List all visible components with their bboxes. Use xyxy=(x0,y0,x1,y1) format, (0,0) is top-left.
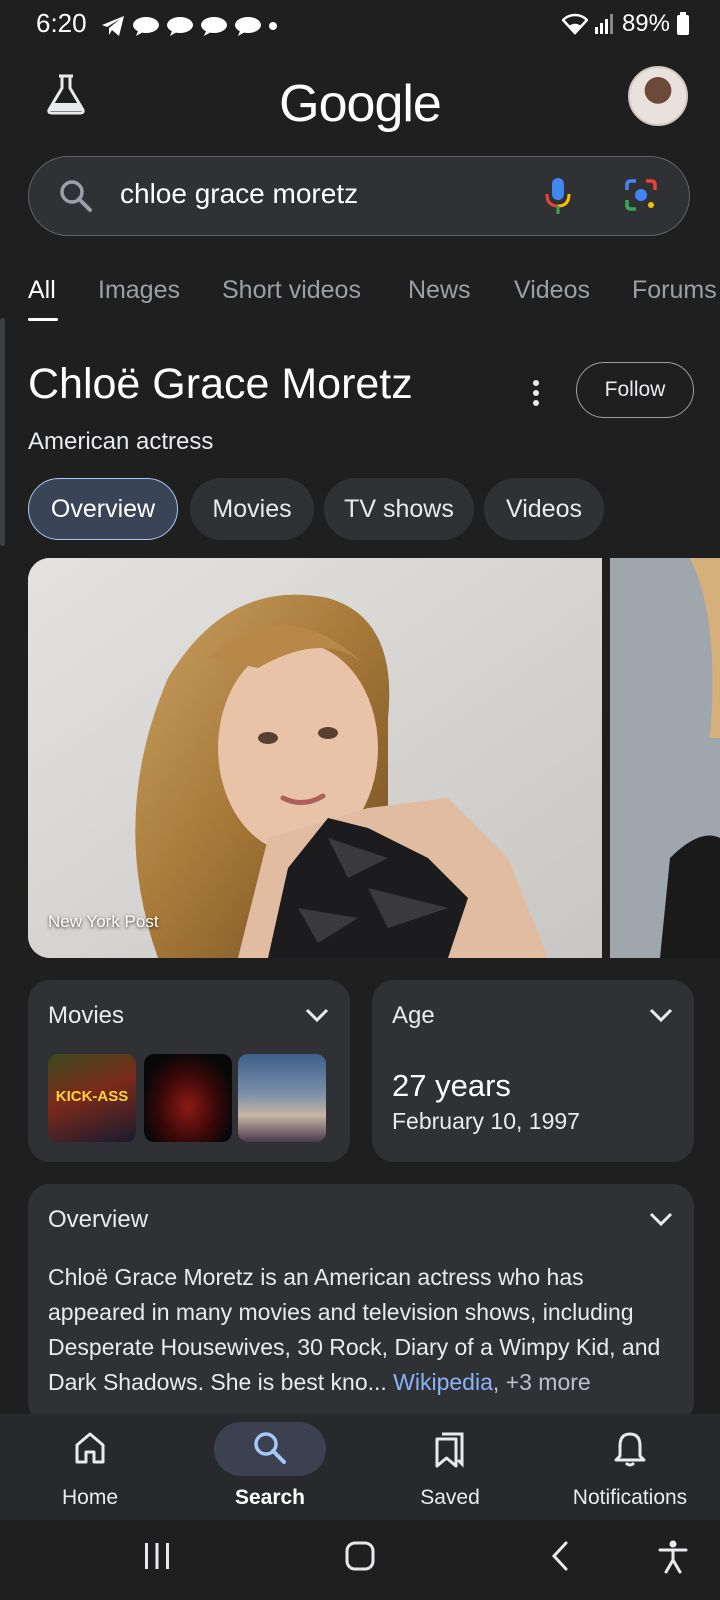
battery-icon xyxy=(677,12,689,35)
overview-text: Chloë Grace Moretz is an American actres… xyxy=(48,1260,678,1400)
accessibility-icon[interactable] xyxy=(658,1540,688,1574)
search-icon xyxy=(60,180,92,212)
home-system-icon[interactable] xyxy=(344,1540,376,1572)
wikipedia-link[interactable]: Wikipedia xyxy=(393,1369,493,1395)
tab-news[interactable]: News xyxy=(408,276,471,305)
chat-icon xyxy=(235,17,261,36)
chat-icon xyxy=(201,17,227,36)
wifi-icon xyxy=(561,13,588,35)
telegram-icon xyxy=(102,16,124,36)
bell-icon xyxy=(614,1432,646,1467)
entity-photo-secondary[interactable] xyxy=(610,558,720,958)
chip-videos[interactable]: Videos xyxy=(484,478,604,540)
nav-search-label: Search xyxy=(234,1486,306,1509)
mic-icon[interactable] xyxy=(544,176,572,216)
chevron-down-icon[interactable] xyxy=(304,1006,330,1024)
back-icon[interactable] xyxy=(548,1540,572,1572)
search-input[interactable]: chloe grace moretz xyxy=(120,178,358,210)
overview-card-title: Overview xyxy=(48,1206,149,1233)
scroll-indicator xyxy=(0,318,5,546)
status-right: 89% xyxy=(561,10,690,38)
movie-poster[interactable] xyxy=(144,1054,232,1142)
battery-percent: 89% xyxy=(621,10,670,37)
overview-card[interactable]: Overview Chloë Grace Moretz is an Americ… xyxy=(28,1184,694,1424)
age-card-title: Age xyxy=(392,1002,435,1029)
chip-movies[interactable]: Movies xyxy=(190,478,314,540)
entity-photo[interactable] xyxy=(28,558,602,958)
age-value: 27 years xyxy=(392,1068,511,1103)
entity-title: Chloë Grace Moretz xyxy=(28,360,413,408)
tab-forums[interactable]: Forums xyxy=(632,276,717,305)
account-avatar[interactable] xyxy=(628,66,688,126)
movie-poster[interactable]: KICK-ASS xyxy=(48,1054,136,1142)
recent-apps-icon[interactable] xyxy=(142,1540,172,1572)
age-card[interactable]: Age 27 years February 10, 1997 xyxy=(372,980,694,1162)
movies-card[interactable]: Movies KICK-ASS xyxy=(28,980,350,1162)
chevron-down-icon[interactable] xyxy=(648,1210,674,1228)
birth-date: February 10, 1997 xyxy=(392,1108,580,1134)
more-options-icon[interactable] xyxy=(528,378,544,408)
entity-subtitle: American actress xyxy=(28,428,214,455)
camera-lens-icon[interactable] xyxy=(624,178,658,212)
bookmark-icon xyxy=(435,1432,464,1468)
chevron-down-icon[interactable] xyxy=(648,1006,674,1024)
more-sources-link[interactable]: , +3 more xyxy=(493,1369,591,1395)
chat-icon xyxy=(133,17,159,36)
tab-all[interactable]: All xyxy=(28,276,56,305)
chip-tv-shows[interactable]: TV shows xyxy=(324,478,474,540)
tab-videos[interactable]: Videos xyxy=(514,276,590,305)
follow-button[interactable]: Follow xyxy=(576,362,694,418)
movie-poster[interactable] xyxy=(238,1054,326,1142)
signal-icon xyxy=(594,14,613,34)
notification-icons xyxy=(100,14,278,38)
home-icon xyxy=(75,1432,105,1464)
status-time: 6:20 xyxy=(36,8,87,38)
nav-home-label: Home xyxy=(61,1486,119,1509)
tab-images[interactable]: Images xyxy=(98,276,180,305)
search-icon xyxy=(254,1432,286,1464)
dot-icon xyxy=(269,22,277,30)
chip-overview[interactable]: Overview xyxy=(28,478,178,540)
chat-icon xyxy=(167,17,193,36)
nav-saved-label: Saved xyxy=(420,1486,480,1509)
tab-short-videos[interactable]: Short videos xyxy=(222,276,361,305)
active-tab-indicator xyxy=(28,318,58,321)
overview-ellipsis: ... xyxy=(367,1369,387,1395)
nav-notifications-label: Notifications xyxy=(572,1486,688,1509)
movies-card-title: Movies xyxy=(48,1002,125,1029)
image-source-label: New York Post xyxy=(48,912,159,931)
google-logo: Google xyxy=(279,75,442,133)
